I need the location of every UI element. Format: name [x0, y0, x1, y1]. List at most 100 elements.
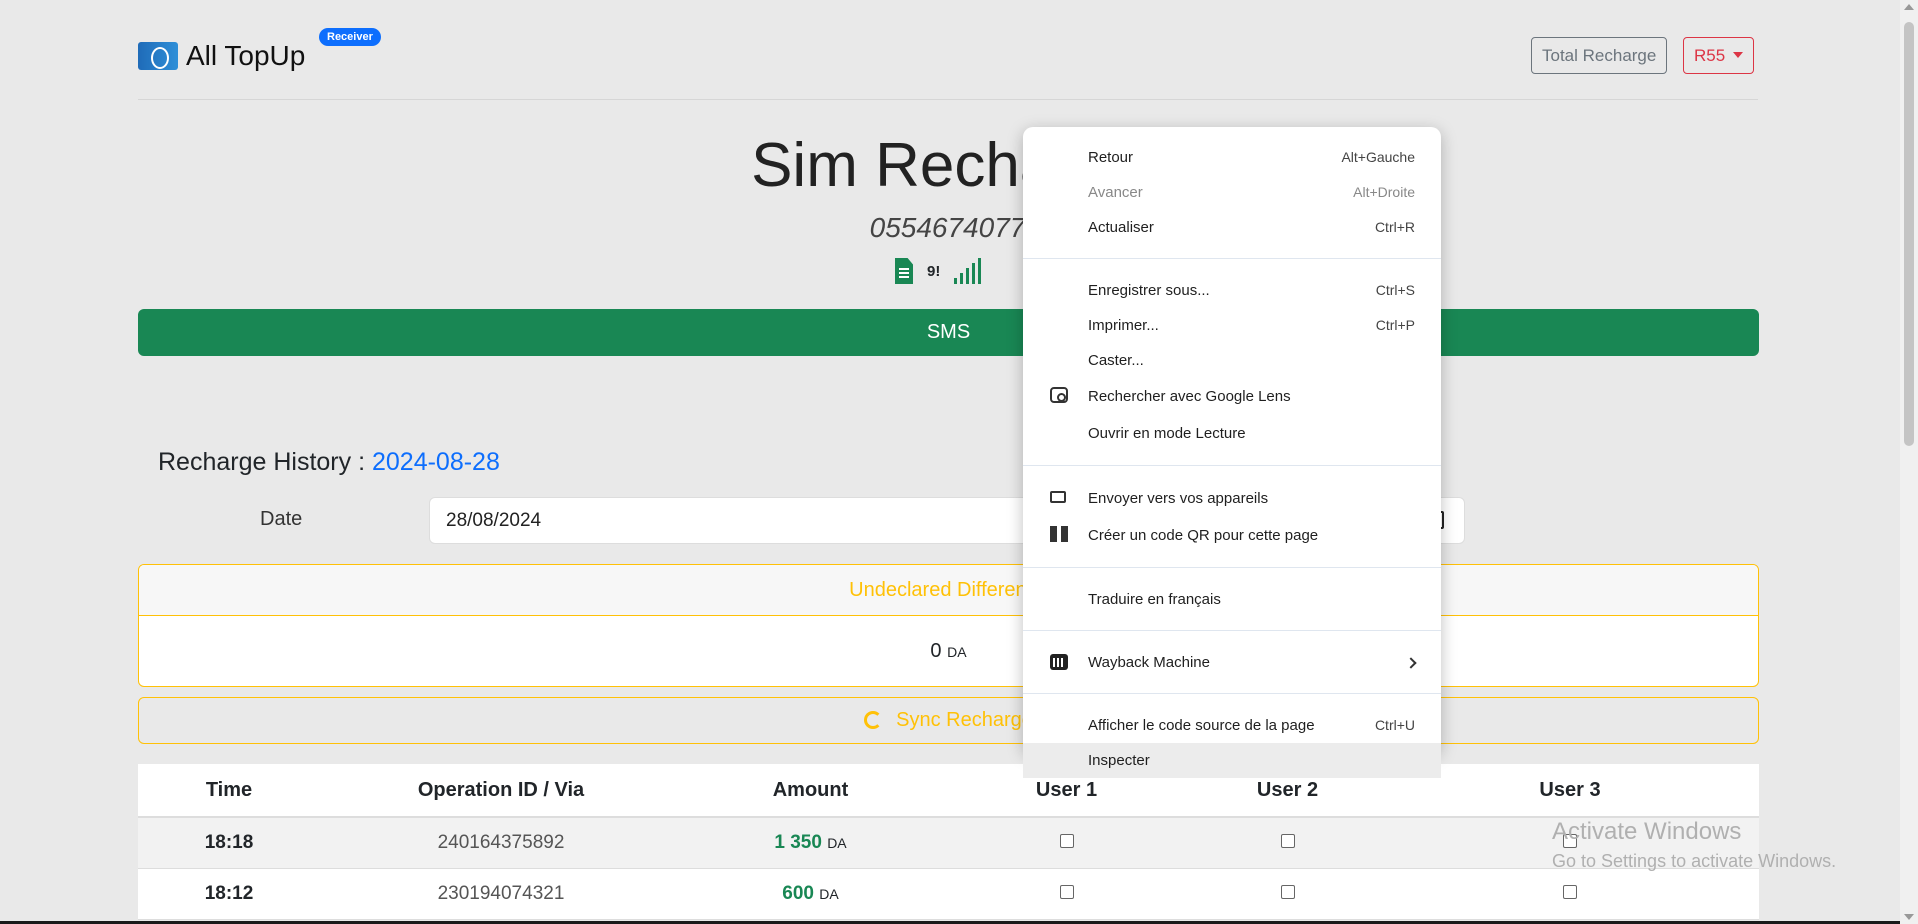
- column-header-operation-id: Operation ID / Via: [320, 764, 682, 818]
- menu-item-enregistrer-sous[interactable]: Enregistrer sous... Ctrl+S: [1023, 273, 1441, 308]
- windows-activation-watermark: Activate Windows: [1552, 818, 1742, 845]
- menu-item-wayback-machine[interactable]: Wayback Machine: [1023, 645, 1441, 680]
- menu-item-shortcut: Ctrl+S: [1375, 282, 1415, 298]
- menu-item-envoyer-appareils[interactable]: Envoyer vers vos appareils: [1023, 480, 1441, 517]
- table-row: 18:18 240164375892 1 350 DA: [138, 817, 1759, 869]
- menu-item-shortcut: Ctrl+P: [1375, 317, 1415, 333]
- brand-name: All TopUp: [186, 40, 306, 71]
- sync-icon: [864, 711, 883, 729]
- menu-item-label: Ouvrir en mode Lecture: [1088, 425, 1246, 442]
- row-operation-id: 230194074321: [320, 868, 682, 920]
- menu-item-label: Afficher le code source de la page: [1088, 717, 1315, 734]
- menu-item-caster[interactable]: Caster...: [1023, 343, 1441, 378]
- recharge-table: Time Operation ID / Via Amount User 1 Us…: [138, 764, 1759, 920]
- navbar: All TopUp Receiver Total Recharge R55: [138, 28, 1758, 100]
- currency-unit: DA: [827, 834, 847, 851]
- menu-separator: [1023, 630, 1441, 631]
- menu-item-label: Enregistrer sous...: [1088, 282, 1210, 299]
- menu-item-label: Actualiser: [1088, 219, 1154, 236]
- row-time: 18:12: [138, 868, 320, 920]
- menu-item-code-source[interactable]: Afficher le code source de la page Ctrl+U: [1023, 708, 1441, 743]
- menu-item-shortcut: Ctrl+U: [1374, 717, 1415, 733]
- menu-item-label: Caster...: [1088, 352, 1144, 369]
- undeclared-difference-card: Undeclared Difference 0 DA: [138, 564, 1759, 687]
- wayback-machine-icon: [1050, 654, 1068, 670]
- sim-status: 9!: [895, 258, 982, 284]
- row-operation-id: 240164375892: [320, 817, 682, 869]
- currency-unit: DA: [947, 644, 967, 660]
- undeclared-amount: 0: [930, 640, 942, 662]
- menu-item-label: Imprimer...: [1088, 317, 1159, 334]
- undeclared-difference-value: 0 DA: [139, 616, 1758, 663]
- menu-item-imprimer[interactable]: Imprimer... Ctrl+P: [1023, 308, 1441, 343]
- scroll-up-arrow-icon[interactable]: [1904, 4, 1914, 10]
- table-header-row: Time Operation ID / Via Amount User 1 Us…: [138, 764, 1759, 818]
- user2-checkbox[interactable]: [1280, 884, 1295, 899]
- menu-item-shortcut: Ctrl+R: [1374, 219, 1415, 235]
- menu-item-google-lens[interactable]: Rechercher avec Google Lens: [1023, 378, 1441, 415]
- menu-item-shortcut: Alt+Droite: [1353, 184, 1415, 200]
- menu-item-avancer: Avancer Alt+Droite: [1023, 175, 1441, 210]
- scrollbar-thumb[interactable]: [1904, 22, 1914, 446]
- devices-icon: [1050, 491, 1066, 503]
- account-dropdown-button[interactable]: R55: [1683, 37, 1755, 74]
- history-date: 2024-08-28: [371, 448, 500, 476]
- menu-item-mode-lecture[interactable]: Ouvrir en mode Lecture: [1023, 415, 1441, 452]
- row-user2: [1194, 868, 1381, 920]
- user3-checkbox[interactable]: [1563, 884, 1577, 899]
- row-amount: 1 350 DA: [682, 817, 939, 869]
- sim-card-icon: [895, 258, 913, 284]
- date-value: 28/08/2024: [446, 510, 542, 531]
- scroll-down-arrow-icon[interactable]: [1904, 914, 1914, 920]
- row-user1: [939, 868, 1194, 920]
- account-label: R55: [1694, 46, 1726, 65]
- table-row: 18:12 230194074321 600 DA: [138, 868, 1759, 920]
- amount-value: 600: [782, 882, 814, 904]
- menu-item-code-qr[interactable]: Créer un code QR pour cette page: [1023, 517, 1441, 554]
- amount-value: 1 350: [774, 831, 822, 853]
- menu-item-inspecter[interactable]: Inspecter: [1023, 743, 1441, 778]
- currency-unit: DA: [819, 885, 839, 902]
- phone-number: 0554674077: [869, 212, 1026, 243]
- user1-checkbox[interactable]: [1059, 833, 1074, 848]
- menu-item-traduire[interactable]: Traduire en français: [1023, 582, 1441, 617]
- sync-recharge-button[interactable]: Sync Recharge: [138, 697, 1759, 744]
- menu-item-label: Wayback Machine: [1088, 654, 1210, 671]
- user2-checkbox[interactable]: [1280, 833, 1295, 848]
- row-user1: [939, 817, 1194, 869]
- row-time: 18:18: [138, 817, 320, 869]
- signal-strength-icon: [954, 258, 982, 284]
- undeclared-difference-title: Undeclared Difference: [139, 565, 1758, 616]
- receiver-badge: Receiver: [319, 28, 381, 46]
- recharge-history-heading: Recharge History : 2024-08-28: [158, 448, 500, 477]
- menu-item-label: Avancer: [1088, 184, 1143, 201]
- context-menu: Retour Alt+Gauche Avancer Alt+Droite Actua…: [1023, 127, 1441, 778]
- menu-item-label: Rechercher avec Google Lens: [1088, 388, 1291, 405]
- page-title: Sim Recharge: [751, 131, 1144, 200]
- date-label: Date: [260, 508, 303, 530]
- menu-item-label: Retour: [1088, 149, 1134, 166]
- google-lens-icon: [1050, 387, 1068, 403]
- vertical-scrollbar[interactable]: [1900, 0, 1918, 924]
- sms-button[interactable]: SMS: [138, 309, 1759, 356]
- history-label: Recharge History :: [158, 448, 366, 476]
- menu-separator: [1023, 465, 1441, 466]
- sim-number: 9!: [927, 262, 941, 280]
- brand[interactable]: All TopUp: [138, 40, 305, 72]
- menu-separator: [1023, 567, 1441, 568]
- menu-item-label: Traduire en français: [1088, 591, 1221, 608]
- column-header-amount: Amount: [682, 764, 939, 818]
- total-recharge-button[interactable]: Total Recharge: [1531, 37, 1668, 74]
- menu-item-label: Inspecter: [1088, 752, 1150, 769]
- menu-item-shortcut: Alt+Gauche: [1341, 149, 1415, 165]
- column-header-time: Time: [138, 764, 320, 818]
- row-user3: [1381, 868, 1759, 920]
- menu-item-label: Envoyer vers vos appareils: [1088, 490, 1269, 507]
- money-logo-icon: [138, 42, 178, 70]
- menu-item-label: Créer un code QR pour cette page: [1088, 527, 1319, 544]
- menu-item-actualiser[interactable]: Actualiser Ctrl+R: [1023, 210, 1441, 245]
- menu-item-retour[interactable]: Retour Alt+Gauche: [1023, 140, 1441, 175]
- menu-separator: [1023, 258, 1441, 259]
- user1-checkbox[interactable]: [1059, 884, 1074, 899]
- chevron-right-icon: [1405, 657, 1417, 669]
